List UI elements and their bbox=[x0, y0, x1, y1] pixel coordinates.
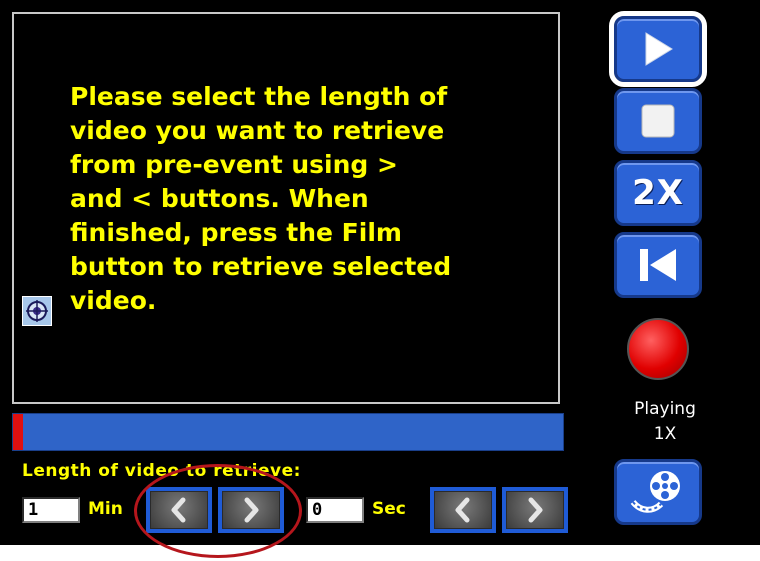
film-reel-icon bbox=[630, 471, 680, 513]
chevron-left-icon bbox=[455, 497, 470, 523]
play-icon bbox=[645, 32, 673, 66]
chevron-left-icon bbox=[171, 497, 186, 523]
record-button[interactable] bbox=[627, 318, 689, 380]
minutes-input[interactable]: 1 bbox=[22, 497, 80, 523]
minutes-increase-button[interactable] bbox=[218, 487, 284, 533]
seconds-decrease-button[interactable] bbox=[430, 487, 496, 533]
seconds-unit-label: Sec bbox=[372, 499, 406, 519]
chevron-right-icon bbox=[528, 497, 543, 523]
play-button[interactable] bbox=[609, 11, 707, 87]
stop-icon bbox=[641, 104, 675, 138]
seconds-increase-button[interactable] bbox=[502, 487, 568, 533]
skip-to-start-button[interactable] bbox=[614, 232, 702, 298]
film-button[interactable] bbox=[614, 459, 702, 525]
skip-to-start-icon bbox=[640, 249, 676, 281]
playback-status: Playing 1X bbox=[600, 397, 730, 447]
timeline-position-marker[interactable] bbox=[13, 414, 23, 450]
app-window: Please select the length of video you wa… bbox=[0, 0, 760, 545]
timeline-bar[interactable] bbox=[12, 413, 564, 451]
retrieve-length-label: Length of video to retrieve: bbox=[22, 461, 301, 481]
video-display: Please select the length of video you wa… bbox=[12, 12, 560, 404]
minutes-decrease-button[interactable] bbox=[146, 487, 212, 533]
playback-speed: 1X bbox=[653, 424, 677, 444]
speed-2x-label: 2X bbox=[632, 173, 684, 213]
instruction-message: Please select the length of video you wa… bbox=[70, 82, 452, 315]
stop-button[interactable] bbox=[614, 88, 702, 154]
speed-2x-button[interactable]: 2X bbox=[614, 160, 702, 226]
playback-state: Playing bbox=[634, 399, 696, 419]
chevron-right-icon bbox=[244, 497, 259, 523]
crosshair-target-icon[interactable] bbox=[22, 296, 52, 326]
minutes-unit-label: Min bbox=[88, 499, 123, 519]
seconds-input[interactable]: 0 bbox=[306, 497, 364, 523]
